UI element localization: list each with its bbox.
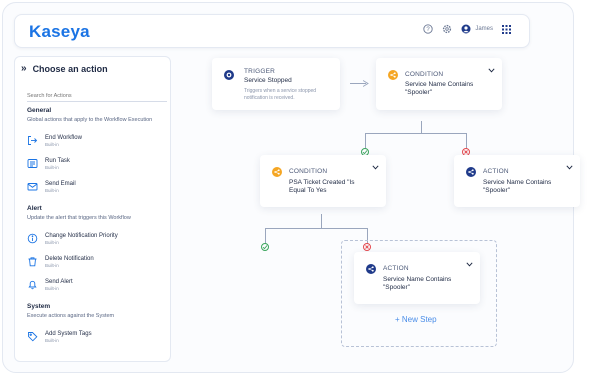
user-avatar-icon[interactable] xyxy=(461,24,471,34)
node-value: Equal To Yes xyxy=(289,187,327,194)
gear-icon[interactable] xyxy=(442,24,452,34)
top-header: Kaseya ? James xyxy=(14,14,530,48)
task-list-icon xyxy=(27,158,38,169)
trigger-target-icon xyxy=(224,70,234,80)
node-description: Triggers when a service stopped xyxy=(244,88,317,94)
help-icon[interactable]: ? xyxy=(423,24,433,34)
envelope-icon xyxy=(27,181,38,192)
bell-icon xyxy=(27,279,38,290)
arrow-right-icon xyxy=(363,80,369,87)
section-description-alert: Update the alert that triggers this Work… xyxy=(27,215,131,222)
action-list: General Global actions that apply to the… xyxy=(27,107,167,351)
condition1-yes-drop xyxy=(365,133,366,149)
collapse-chevrons-icon[interactable]: » xyxy=(21,63,27,74)
chevron-down-icon[interactable] xyxy=(466,262,473,267)
condition1-no-drop xyxy=(466,133,467,149)
action-item-name: Send Email xyxy=(45,180,76,187)
action-item-end-workflow[interactable]: End Workflow Built-in xyxy=(27,132,167,149)
action-item-send-alert[interactable]: Send Alert Built-in xyxy=(27,276,167,293)
action-item-send-email[interactable]: Send Email Built-in xyxy=(27,178,167,195)
condition-node-1[interactable]: CONDITION Service Name Contains "Spooler… xyxy=(376,58,502,110)
condition-branch-icon xyxy=(272,167,282,177)
info-circle-icon xyxy=(27,233,38,244)
kaseya-logo[interactable]: Kaseya xyxy=(29,22,90,42)
section-heading-system: System xyxy=(27,303,51,311)
node-type-label: CONDITION xyxy=(405,71,444,78)
action-item-name: Add System Tags xyxy=(45,330,92,337)
node-description: notification is received. xyxy=(244,95,295,101)
trigger-node[interactable]: TRIGGER Service Stopped Triggers when a … xyxy=(212,58,340,110)
node-value: "Spooler" xyxy=(405,89,433,96)
user-name[interactable]: James xyxy=(475,26,493,32)
section-heading-alert: Alert xyxy=(27,205,42,213)
node-value: "Spooler" xyxy=(483,187,511,194)
action-item-name: Send Alert xyxy=(45,278,73,285)
action-item-run-task[interactable]: Run Task Built-in xyxy=(27,155,167,172)
action-item-tag: Built-in xyxy=(45,262,59,268)
yes-branch-check-icon xyxy=(261,243,269,251)
chevron-down-icon[interactable] xyxy=(488,68,495,73)
section-description-system: Execute actions against the System xyxy=(27,313,115,320)
action-item-change-notification-priority[interactable]: Change Notification Priority Built-in xyxy=(27,230,167,247)
search-input[interactable] xyxy=(27,91,167,102)
action-node-2[interactable]: ACTION Service Name Contains "Spooler" xyxy=(354,252,480,304)
action-item-name: Delete Notification xyxy=(45,255,94,262)
header-actions: ? James xyxy=(423,24,511,34)
section-description-general: Global actions that apply to the Workflo… xyxy=(27,117,153,123)
trash-icon xyxy=(27,256,38,267)
node-type-label: TRIGGER xyxy=(244,68,276,75)
node-value: "Spooler" xyxy=(383,284,411,291)
chevron-down-icon[interactable] xyxy=(372,165,379,170)
action-share-icon xyxy=(366,264,376,274)
action-sidebar: » Choose an action General Global action… xyxy=(14,56,171,362)
node-type-label: ACTION xyxy=(483,168,509,175)
action-item-name: End Workflow xyxy=(45,134,82,141)
action-item-tag: Built-in xyxy=(45,164,59,170)
action-item-tag: Built-in xyxy=(45,337,59,343)
condition-branch-icon xyxy=(388,70,398,80)
condition1-stem xyxy=(421,121,422,133)
apps-grid-icon[interactable] xyxy=(502,24,511,34)
action-item-delete-notification[interactable]: Delete Notification Built-in xyxy=(27,253,167,270)
condition1-branch-bar xyxy=(365,133,467,134)
action-share-icon xyxy=(466,167,476,177)
new-step-button[interactable]: + New Step xyxy=(395,315,437,324)
action-item-add-system-tags[interactable]: Add System Tags Built-in xyxy=(27,328,167,345)
condition2-yes-drop xyxy=(265,228,266,244)
action-item-name: Change Notification Priority xyxy=(45,232,118,239)
action-item-name: Run Task xyxy=(45,157,70,164)
node-type-label: ACTION xyxy=(383,265,409,272)
chevron-down-icon[interactable] xyxy=(566,165,573,170)
action-item-tag: Built-in xyxy=(45,187,59,193)
condition2-stem xyxy=(321,214,322,228)
condition2-branch-bar xyxy=(265,228,367,229)
sidebar-title: Choose an action xyxy=(32,63,108,74)
svg-text:?: ? xyxy=(427,27,431,33)
exit-icon xyxy=(27,135,38,146)
action-item-tag: Built-in xyxy=(45,141,59,147)
section-heading-general: General xyxy=(27,107,52,114)
sidebar-header: » Choose an action xyxy=(21,63,108,74)
node-type-label: CONDITION xyxy=(289,168,328,175)
action-node-1[interactable]: ACTION Service Name Contains "Spooler" xyxy=(454,155,580,207)
action-item-tag: Built-in xyxy=(45,239,59,245)
tag-icon xyxy=(27,331,38,342)
action-item-tag: Built-in xyxy=(45,285,59,291)
node-value: Service Stopped xyxy=(244,77,292,84)
condition-node-2[interactable]: CONDITION PSA Ticket Created "Is Equal T… xyxy=(260,155,386,207)
